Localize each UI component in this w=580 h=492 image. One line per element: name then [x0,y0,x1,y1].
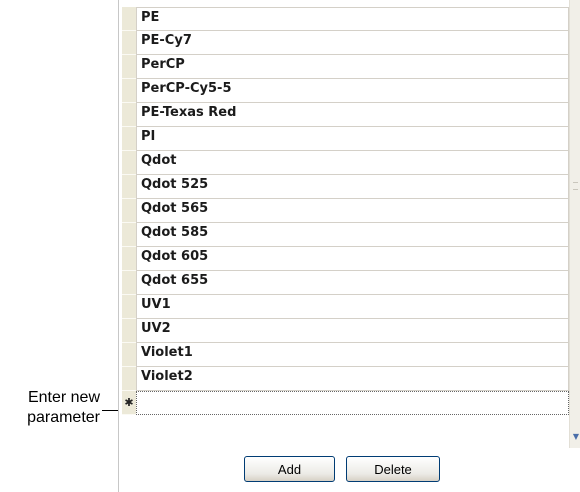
parameter-grid[interactable]: PE PE-Cy7 PerCP PerCP-Cy5-5 PE-Texas Red PI Qd… [119,7,569,427]
parameter-cell[interactable]: UV2 [136,319,569,343]
row-header[interactable] [122,367,136,391]
parameter-cell[interactable]: PE-Cy7 [136,31,569,55]
parameter-panel: PE PE-Cy7 PerCP PerCP-Cy5-5 PE-Texas Red PI Qd… [118,0,580,492]
row-header[interactable] [122,103,136,127]
new-parameter-input[interactable] [136,391,569,415]
parameter-cell[interactable]: PerCP [136,55,569,79]
table-row[interactable]: Qdot 655 [119,271,569,295]
parameter-cell[interactable]: UV1 [136,295,569,319]
parameter-cell[interactable]: Qdot [136,151,569,175]
table-row[interactable]: PE-Texas Red [119,103,569,127]
table-row[interactable]: Qdot 525 [119,175,569,199]
parameter-cell[interactable]: Violet2 [136,367,569,391]
row-header[interactable] [122,271,136,295]
row-header[interactable] [122,319,136,343]
table-row[interactable]: PI [119,127,569,151]
new-parameter-row[interactable]: ✱ [119,391,569,415]
row-header[interactable] [122,55,136,79]
parameter-cell[interactable]: PI [136,127,569,151]
parameter-cell[interactable]: Qdot 585 [136,223,569,247]
table-row[interactable]: PerCP [119,55,569,79]
table-row[interactable]: Qdot [119,151,569,175]
parameter-cell[interactable]: Qdot 525 [136,175,569,199]
table-row[interactable]: UV1 [119,295,569,319]
table-row[interactable]: Violet1 [119,343,569,367]
row-header[interactable] [122,295,136,319]
callout-line-1: Enter new [27,389,100,406]
parameter-cell[interactable]: Qdot 565 [136,199,569,223]
row-header[interactable] [122,175,136,199]
parameter-cell[interactable]: PE [136,7,569,31]
callout-line-2: parameter [27,409,100,426]
grip-icon[interactable] [573,182,578,190]
add-button[interactable]: Add [244,456,335,482]
table-row[interactable]: PerCP-Cy5-5 [119,79,569,103]
table-row[interactable]: UV2 [119,319,569,343]
pencil-star-icon: ✱ [122,391,136,415]
parameter-cell[interactable]: Violet1 [136,343,569,367]
row-header[interactable] [122,127,136,151]
chevron-down-icon[interactable]: ▼ [570,429,580,445]
row-header[interactable] [122,223,136,247]
row-header[interactable] [122,7,136,31]
row-header[interactable] [122,79,136,103]
row-header[interactable] [122,151,136,175]
table-row[interactable]: Qdot 605 [119,247,569,271]
parameter-cell[interactable]: PerCP-Cy5-5 [136,79,569,103]
table-row[interactable]: Qdot 565 [119,199,569,223]
parameter-cell[interactable]: PE-Texas Red [136,103,569,127]
row-header[interactable] [122,199,136,223]
delete-button[interactable]: Delete [346,456,440,482]
table-row[interactable]: Qdot 585 [119,223,569,247]
table-row[interactable]: PE-Cy7 [119,31,569,55]
table-row[interactable]: PE [119,7,569,31]
row-header[interactable] [122,343,136,367]
row-header[interactable] [122,247,136,271]
parameter-cell[interactable]: Qdot 605 [136,247,569,271]
row-header[interactable] [122,31,136,55]
callout-label: Enter new parameter [0,388,100,428]
parameter-cell[interactable]: Qdot 655 [136,271,569,295]
table-row[interactable]: Violet2 [119,367,569,391]
vertical-scrollbar[interactable]: ▼ [569,0,580,448]
